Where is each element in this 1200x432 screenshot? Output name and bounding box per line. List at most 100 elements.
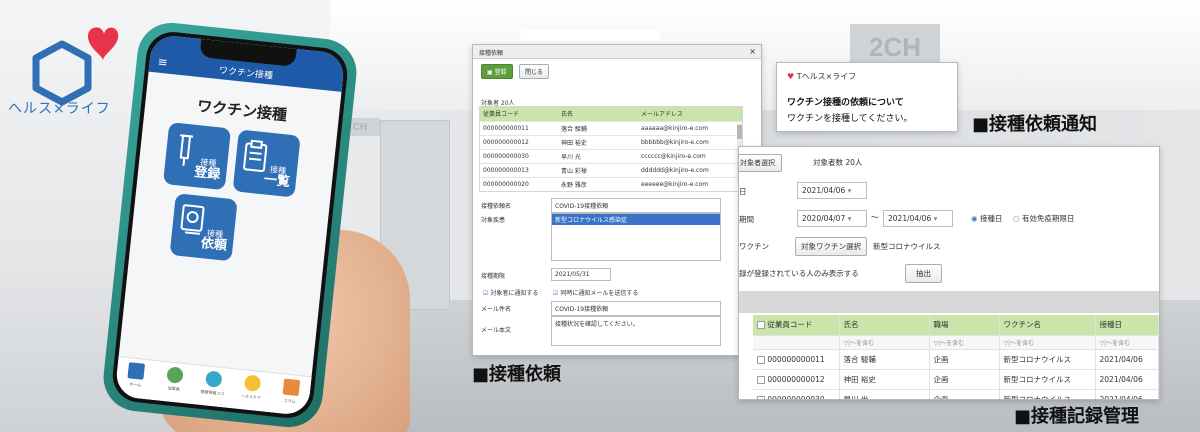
cell-code: 000000000011 <box>480 121 558 136</box>
row-checkbox[interactable] <box>757 375 765 384</box>
chevron-down-icon: ▾ <box>847 186 852 195</box>
radio-vaccination-date[interactable]: ◉ 接種日 <box>971 213 1002 224</box>
cell-workplace: 企画 <box>929 349 1000 370</box>
table-row[interactable]: 000000000012 神田 裕史 bbbbbb@kinjiro-e.com <box>480 135 742 150</box>
checkbox-checked-icon: ☑ <box>483 290 489 297</box>
table-row[interactable]: 000000000011 落合 駿輔 企画 新型コロナウイルス 2021/04/… <box>753 349 1159 370</box>
cell-name: 神田 裕史 <box>839 369 930 390</box>
cell-code: 000000000020 <box>480 177 558 191</box>
notify-checkbox[interactable]: ☑ 対象者に通知する <box>483 288 538 297</box>
filter-workplace[interactable]: ▽|〜を含む <box>929 335 1000 350</box>
filter-code[interactable] <box>753 335 840 350</box>
cell-email: dddddd@kinjiro-e.com <box>638 163 742 178</box>
cell-email: cccccc@kinjiro-e.com <box>638 149 742 164</box>
tile-register[interactable]: 接種 登録 <box>162 122 232 191</box>
mail-subject-field[interactable]: COVID-19接種依頼 <box>551 301 721 316</box>
tab-column[interactable]: コラム <box>276 378 304 415</box>
register-button-label: 登録 <box>494 69 507 76</box>
tab-healthcare-label: ヘルスケア <box>240 393 262 401</box>
records-target-count: 対象者数 20人 <box>813 158 863 167</box>
date-value: 2021/04/06 <box>802 186 846 195</box>
col-vaccine-name: ワクチン名 <box>999 315 1096 336</box>
cell-code: 000000000012 <box>480 135 558 150</box>
filter-name[interactable]: ▽|〜を含む <box>839 335 930 350</box>
table-row[interactable]: 000000000020 永野 雅彦 eeeeee@kinjiro-e.com <box>480 177 742 191</box>
cell-vaccine: 新型コロナウイルス <box>999 369 1096 390</box>
cell-workplace: 企画 <box>929 389 1000 399</box>
tile-register-label: 登録 <box>193 165 221 183</box>
vaccine-value: 新型コロナウイルス <box>873 242 941 251</box>
cell-code-text: 000000000030 <box>767 394 825 400</box>
register-button[interactable]: ▣ 登録 <box>481 64 513 79</box>
cell-name: 落合 駿輔 <box>839 349 930 370</box>
send-mail-checkbox-label: 同時に通知メールを送信する <box>560 290 639 297</box>
tile-request[interactable]: 接種 依頼 <box>169 193 238 262</box>
date-field[interactable]: 2021/04/06 ▾ <box>797 182 867 199</box>
caption-notification: ■接種依頼通知 <box>972 114 1098 135</box>
filter-vaccine[interactable]: ▽|〜を含む <box>999 335 1096 350</box>
home-icon <box>127 362 146 380</box>
tile-list[interactable]: 接種 一覧 <box>232 129 301 198</box>
tab-column-label: コラム <box>283 397 296 404</box>
tab-home[interactable]: ホーム <box>122 362 150 399</box>
smartphone: ≡ ワクチン接種 ワクチン接種 接種 登録 接種 一覧 接種 依頼 ホーム 従業… <box>100 19 360 431</box>
chevron-down-icon: ▾ <box>933 214 938 223</box>
send-mail-checkbox[interactable]: ☑ 同時に通知メールを送信する <box>553 288 638 297</box>
mail-body-field[interactable]: 接種状況を確認してください。 <box>551 316 721 346</box>
period-to-field[interactable]: 2021/04/06 ▾ <box>883 210 953 227</box>
cell-name: 早川 光 <box>839 389 930 399</box>
radio-selected-icon: ◉ <box>971 214 978 223</box>
col-vaccination-date: 接種日 <box>1095 315 1159 336</box>
col-employee-code: 従業員コード <box>480 107 558 122</box>
checkbox-checked-icon: ☑ <box>553 290 559 297</box>
row-checkbox[interactable] <box>757 395 765 399</box>
brand-logo-text: ヘルス×ライフ <box>8 101 111 117</box>
toolbar-band <box>739 291 1159 313</box>
filter-date[interactable]: ▽|〜を含む <box>1095 335 1159 350</box>
tilde-separator: ～ <box>871 213 879 222</box>
cell-name: 神田 裕史 <box>558 135 638 150</box>
cell-code-text: 000000000012 <box>767 374 825 384</box>
room-sign-text: 2CH <box>868 31 921 62</box>
table-row[interactable]: 000000000013 青山 彩禅 dddddd@kinjiro-e.com <box>480 163 742 178</box>
date-label: 日 <box>739 187 747 196</box>
cell-workplace: 企画 <box>929 369 1000 390</box>
small-room-sign-text: CH <box>352 121 368 133</box>
cell-date: 2021/04/06 <box>1095 349 1159 370</box>
period-from-field[interactable]: 2020/04/07 ▾ <box>797 210 867 227</box>
tab-employee[interactable]: 従業員 <box>160 366 188 403</box>
cell-code: 000000000030 <box>480 149 558 164</box>
save-icon: ▣ <box>487 69 493 76</box>
request-name-field[interactable]: COVID-19接種依頼 <box>551 198 721 213</box>
deadline-field[interactable]: 2021/05/31 <box>551 268 611 281</box>
person-icon <box>166 366 184 384</box>
cell-name: 落合 駿輔 <box>558 121 638 136</box>
row-checkbox[interactable] <box>757 355 765 364</box>
tab-employee-label: 従業員 <box>167 385 181 392</box>
disease-option-selected[interactable]: 新型コロナウイルス感染症 <box>552 214 720 225</box>
cell-email: bbbbbb@kinjiro-e.com <box>638 135 742 150</box>
target-select-button[interactable]: 対象者選択 <box>739 154 782 172</box>
col-employee-code-label: 従業員コード <box>767 320 813 330</box>
table-row[interactable]: 000000000030 早川 光 cccccc@kinjiro-e.com <box>480 149 742 164</box>
select-all-checkbox[interactable] <box>757 321 765 330</box>
table-row[interactable]: 000000000011 落合 駿輔 aaaaaa@kinjiro-e.com <box>480 121 742 136</box>
chevron-down-icon: ▾ <box>847 214 852 223</box>
table-row[interactable]: 000000000012 神田 裕史 企画 新型コロナウイルス 2021/04/… <box>753 369 1159 390</box>
mail-subject-label: メール件名 <box>481 306 512 313</box>
close-icon[interactable]: × <box>749 47 756 56</box>
disease-label: 対象疾患 <box>481 217 506 224</box>
table-row[interactable]: 000000000030 早川 光 企画 新型コロナウイルス 2021/04/0… <box>753 389 1159 400</box>
cell-code-text: 000000000011 <box>767 354 825 364</box>
tab-healthcare[interactable]: ヘルスケア <box>238 374 266 411</box>
extract-button[interactable]: 抽出 <box>905 264 942 283</box>
tab-health-score-label: 健康情報スコア <box>200 388 225 397</box>
disease-listbox[interactable]: 新型コロナウイルス感染症 <box>551 213 721 261</box>
tile-list-label: 一覧 <box>263 172 291 190</box>
vaccine-select-button[interactable]: 対象ワクチン選択 <box>795 237 867 256</box>
push-notification[interactable]: ♥ Tヘルス×ライフ ワクチン接種の依頼について ワクチンを接種してください。 <box>776 62 958 132</box>
tab-health-score[interactable]: 健康情報スコア <box>199 370 227 407</box>
radio-immunity-expiry[interactable]: ○ 有効免疫期限日 <box>1013 213 1074 224</box>
close-button[interactable]: 閉じる <box>519 64 550 79</box>
period-from-value: 2020/04/07 <box>802 214 846 223</box>
